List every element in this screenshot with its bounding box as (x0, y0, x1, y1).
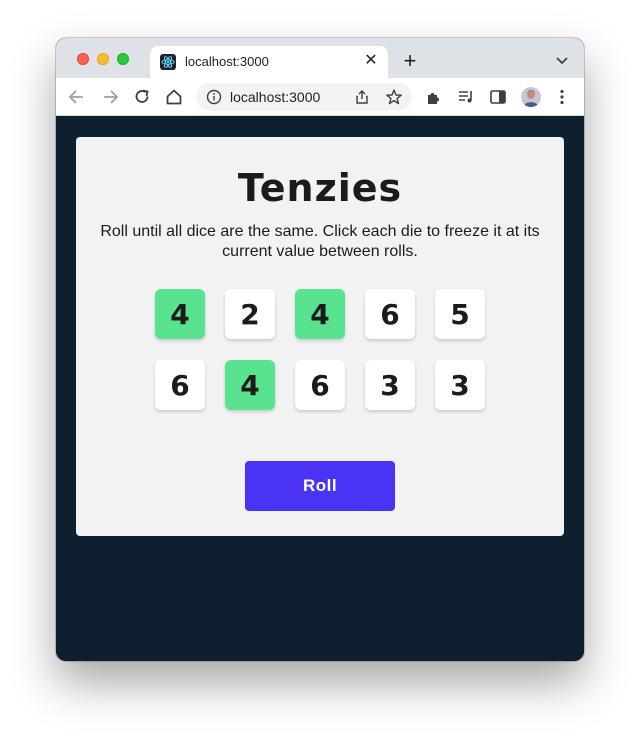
minimize-window-button[interactable] (97, 53, 109, 65)
back-arrow-icon[interactable] (67, 87, 87, 107)
avatar[interactable] (521, 87, 541, 107)
die[interactable]: 2 (225, 289, 275, 339)
url-text[interactable]: localhost:3000 (230, 89, 320, 105)
dice-grid: 4246564633 (155, 289, 485, 410)
extensions-icon[interactable] (424, 87, 444, 107)
star-icon[interactable] (385, 88, 403, 106)
page-title: Tenzies (237, 166, 403, 210)
browser-window: localhost:3000 ✕ + localhost:3000 Tenzie… (56, 38, 584, 661)
page-viewport: Tenzies Roll until all dice are the same… (56, 117, 584, 661)
media-icon[interactable] (456, 87, 476, 107)
game-card: Tenzies Roll until all dice are the same… (76, 137, 564, 536)
tab-title: localhost:3000 (185, 54, 269, 69)
die[interactable]: 6 (155, 360, 205, 410)
forward-arrow-icon[interactable] (100, 87, 120, 107)
plus-icon[interactable]: + (400, 50, 420, 72)
address-bar[interactable]: localhost:3000 (196, 83, 412, 111)
home-icon[interactable] (164, 87, 184, 107)
info-icon[interactable] (206, 89, 222, 105)
die[interactable]: 6 (365, 289, 415, 339)
die-held[interactable]: 4 (155, 289, 205, 339)
die[interactable]: 3 (435, 360, 485, 410)
react-favicon-icon (160, 54, 176, 70)
roll-button[interactable]: Roll (245, 461, 395, 511)
browser-toolbar: localhost:3000 (56, 78, 584, 116)
instructions-text: Roll until all dice are the same. Click … (100, 223, 540, 260)
die[interactable]: 5 (435, 289, 485, 339)
reload-icon[interactable] (132, 87, 152, 107)
close-icon[interactable]: ✕ (362, 52, 380, 70)
side-panel-icon[interactable] (488, 87, 508, 107)
share-icon[interactable] (354, 89, 370, 105)
die-held[interactable]: 4 (225, 360, 275, 410)
die[interactable]: 6 (295, 360, 345, 410)
maximize-window-button[interactable] (117, 53, 129, 65)
die[interactable]: 3 (365, 360, 415, 410)
browser-tab[interactable]: localhost:3000 ✕ (150, 46, 388, 78)
kebab-menu-icon[interactable] (552, 87, 572, 107)
close-window-button[interactable] (77, 53, 89, 65)
tab-strip: localhost:3000 ✕ + (56, 38, 584, 78)
die-held[interactable]: 4 (295, 289, 345, 339)
chevron-down-icon[interactable] (554, 52, 570, 68)
